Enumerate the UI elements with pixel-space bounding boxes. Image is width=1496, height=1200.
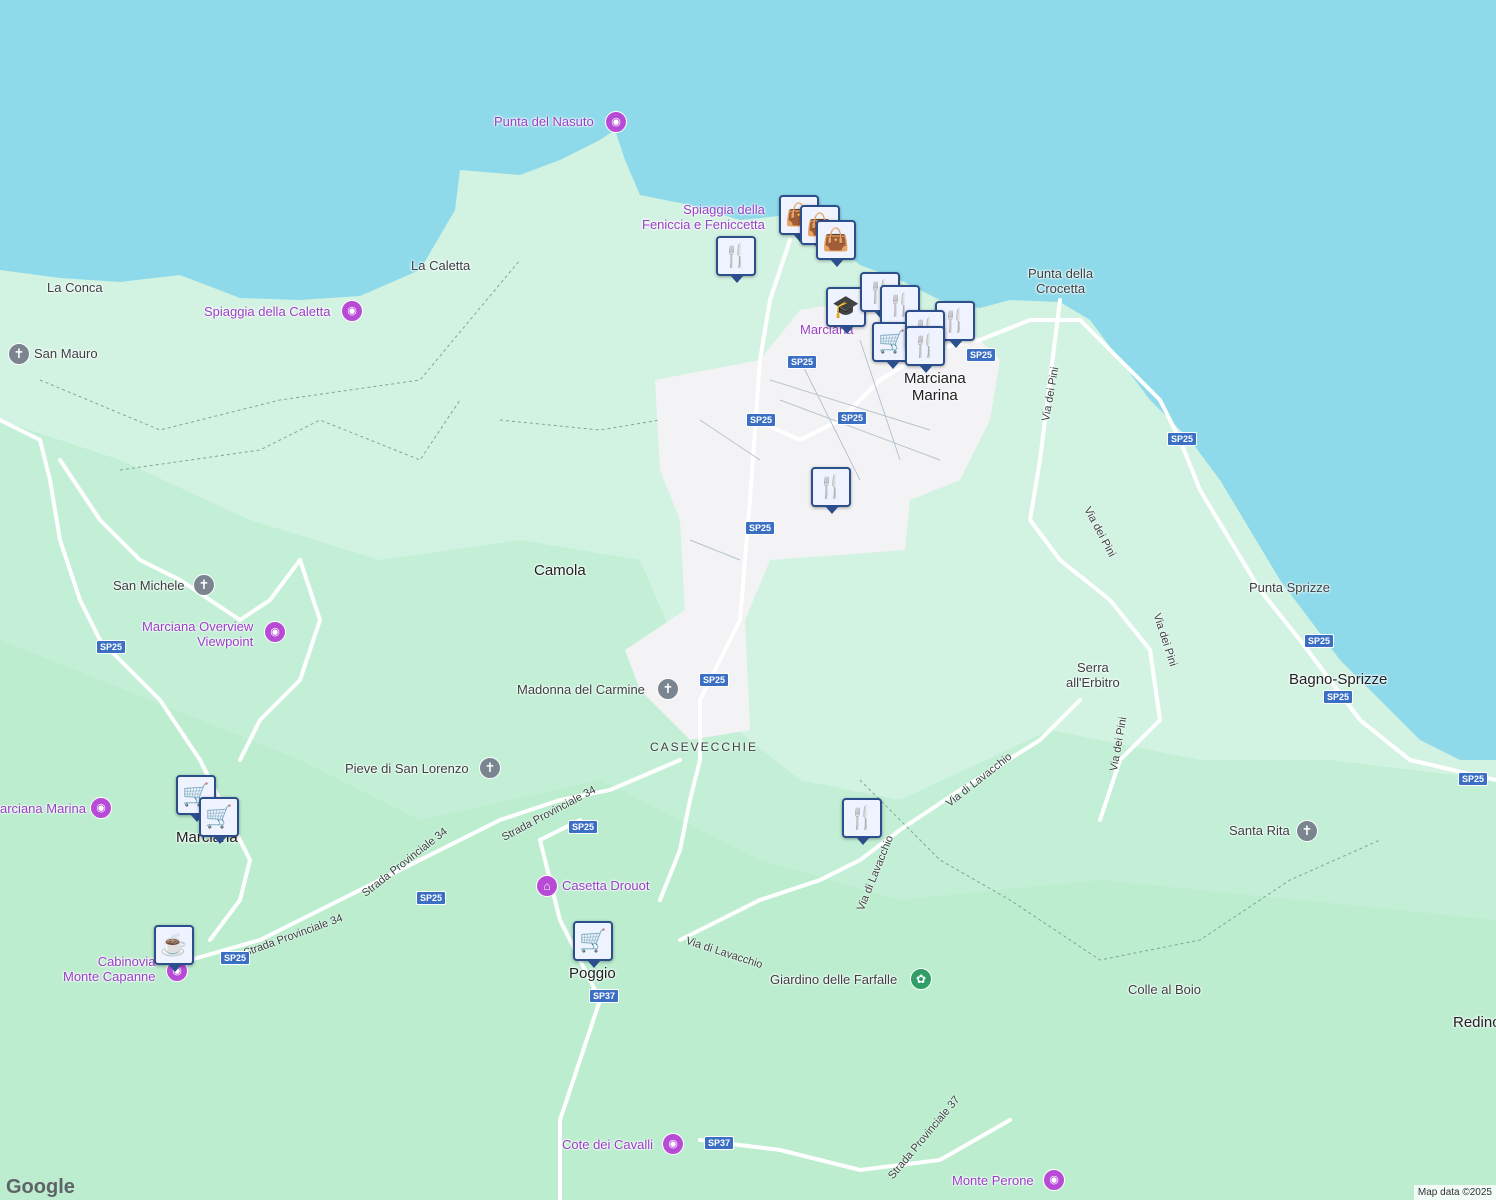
- fork-knife-icon: 🍴: [817, 474, 845, 499]
- label-cote-cavalli[interactable]: Cote dei Cavalli: [562, 1137, 653, 1152]
- label-marciana-marina: Marciana Marina: [904, 370, 966, 404]
- label-casetta-drouot[interactable]: Casetta Drouot: [562, 878, 649, 893]
- restaurant-marker[interactable]: 🍴: [716, 236, 756, 283]
- sp25-shield: SP25: [745, 521, 776, 535]
- church-icon[interactable]: ✝: [657, 678, 679, 700]
- camera-icon[interactable]: ◉: [1043, 1169, 1065, 1191]
- label-pieve-lorenzo[interactable]: Pieve di San Lorenzo: [345, 761, 469, 776]
- flower-icon[interactable]: ✿: [910, 968, 932, 990]
- sp25-shield: SP25: [416, 891, 447, 905]
- fork-knife-icon: 🍴: [722, 243, 750, 268]
- sp25-shield: SP25: [220, 951, 251, 965]
- label-arciana-marina[interactable]: arciana Marina: [0, 801, 86, 816]
- sp25-shield: SP25: [1304, 634, 1335, 648]
- label-madonna-carmine[interactable]: Madonna del Carmine: [517, 682, 645, 697]
- label-santa-rita[interactable]: Santa Rita: [1229, 823, 1290, 838]
- cafe-marker[interactable]: ☕: [154, 925, 194, 972]
- sp25-shield: SP25: [837, 411, 868, 425]
- shopping-cart-marker[interactable]: 🛒: [199, 797, 239, 844]
- map-attribution[interactable]: Map data ©2025: [1413, 1185, 1496, 1200]
- label-casevecchie: CASEVECCHIE: [650, 740, 759, 754]
- label-la-caletta: La Caletta: [411, 258, 471, 273]
- restaurant-marker[interactable]: 🍴: [905, 326, 945, 373]
- museum-icon[interactable]: ⌂: [536, 875, 558, 897]
- map-canvas[interactable]: [0, 0, 1496, 1200]
- label-punta-nasuto[interactable]: Punta del Nasuto: [494, 114, 594, 129]
- label-la-conca: La Conca: [47, 280, 103, 295]
- shopping-cart-icon: 🛒: [579, 928, 607, 953]
- sp25-shield: SP25: [787, 355, 818, 369]
- sp25-shield: SP25: [96, 640, 127, 654]
- camera-icon[interactable]: ◉: [662, 1133, 684, 1155]
- camera-icon[interactable]: ◉: [90, 797, 112, 819]
- sp37-shield: SP37: [704, 1136, 735, 1150]
- shopping-cart-icon: 🛒: [205, 804, 233, 829]
- fork-knife-icon: 🍴: [848, 805, 876, 830]
- label-serra-erbitro: Serra all'Erbitro: [1066, 660, 1120, 690]
- sp37-shield: SP37: [589, 989, 620, 1003]
- church-icon[interactable]: ✝: [193, 574, 215, 596]
- sp25-shield: SP25: [746, 413, 777, 427]
- label-monte-perone[interactable]: Monte Perone: [952, 1173, 1034, 1188]
- church-icon[interactable]: ✝: [1296, 820, 1318, 842]
- shopping-cart-marker[interactable]: 🛒: [573, 921, 613, 968]
- sp25-shield: SP25: [966, 348, 997, 362]
- label-spiaggia-caletta[interactable]: Spiaggia della Caletta: [204, 304, 330, 319]
- google-logo[interactable]: Google: [6, 1176, 75, 1199]
- label-punta-sprizze: Punta Sprizze: [1249, 580, 1330, 595]
- graduation-cap-icon: 🎓: [832, 294, 860, 319]
- sp25-shield: SP25: [568, 820, 599, 834]
- fork-knife-icon: 🍴: [941, 308, 969, 333]
- restaurant-marker[interactable]: 🍴: [842, 798, 882, 845]
- label-san-michele[interactable]: San Michele: [113, 578, 185, 593]
- label-colle-boio: Colle al Boio: [1128, 982, 1201, 997]
- sp25-shield: SP25: [699, 673, 730, 687]
- church-icon[interactable]: ✝: [8, 343, 30, 365]
- label-san-mauro[interactable]: San Mauro: [34, 346, 98, 361]
- sp25-shield: SP25: [1458, 772, 1489, 786]
- shopping-bag-icon: 👜: [822, 227, 850, 252]
- shopping-cart-icon: 🛒: [878, 329, 906, 354]
- label-punta-crocetta: Punta della Crocetta: [1028, 266, 1094, 296]
- sp25-shield: SP25: [1323, 690, 1354, 704]
- label-spiaggia-feniccia[interactable]: Spiaggia della Feniccia e Feniccetta: [642, 202, 765, 232]
- camera-icon[interactable]: ◉: [605, 111, 627, 133]
- camera-icon[interactable]: ◉: [341, 300, 363, 322]
- label-bagno-sprizze: Bagno-Sprizze: [1289, 671, 1388, 688]
- church-icon[interactable]: ✝: [479, 757, 501, 779]
- label-giardino-farfalle[interactable]: Giardino delle Farfalle: [770, 972, 897, 987]
- label-cabinovia[interactable]: Cabinovia Monte Capanne: [63, 954, 156, 984]
- restaurant-marker[interactable]: 🍴: [811, 467, 851, 514]
- label-redinc: Redinc: [1453, 1014, 1496, 1031]
- coffee-cup-icon: ☕: [160, 932, 188, 957]
- label-camola: Camola: [534, 562, 586, 579]
- shopping-bag-marker[interactable]: 👜: [816, 220, 856, 267]
- sp25-shield: SP25: [1167, 432, 1198, 446]
- camera-icon[interactable]: ◉: [264, 621, 286, 643]
- fork-knife-icon: 🍴: [911, 333, 939, 358]
- label-marciana-overview[interactable]: Marciana Overview Viewpoint: [142, 619, 253, 649]
